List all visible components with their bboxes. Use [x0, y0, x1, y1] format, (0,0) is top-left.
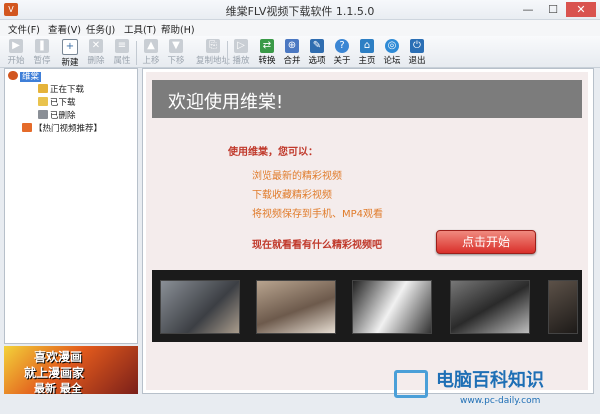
home-toolbar-button[interactable]: ⌂ 主页 — [355, 38, 379, 68]
feature-item: 将视频保存到手机、MP4观看 — [252, 209, 384, 220]
folder-icon — [38, 97, 48, 106]
properties-icon: ≡ — [115, 39, 129, 53]
maximize-button[interactable]: ☐ — [541, 2, 565, 17]
exit-toolbar-button[interactable]: ⏻ 退出 — [405, 38, 429, 68]
video-thumbnail[interactable] — [548, 280, 578, 334]
convert-toolbar-button[interactable]: ⇄ 转换 — [255, 38, 279, 68]
pause-toolbar-button[interactable]: ❚ 暂停 — [30, 38, 54, 68]
arrow-right-icon — [22, 123, 32, 132]
forum-toolbar-button[interactable]: ◎ 论坛 — [380, 38, 404, 68]
watermark-monitor-icon — [394, 370, 428, 398]
play-file-icon: ▷ — [234, 39, 248, 53]
tree-root[interactable]: 维棠 — [8, 70, 42, 82]
convert-icon: ⇄ — [260, 39, 274, 53]
welcome-title: 欢迎使用维棠! — [168, 92, 284, 113]
folder-download-icon — [38, 84, 48, 93]
trash-icon — [38, 110, 48, 119]
minimize-button[interactable]: — — [516, 2, 540, 17]
options-icon: ✎ — [310, 39, 324, 53]
new-file-icon: + — [62, 39, 78, 55]
toolbar-separator — [227, 41, 228, 65]
about-toolbar-button[interactable]: ? 关于 — [330, 38, 354, 68]
arrow-down-icon: ▼ — [169, 39, 183, 53]
move-down-toolbar-button[interactable]: ▼ 下移 — [164, 38, 188, 68]
toolbar-separator — [136, 41, 137, 65]
tree-item-downloaded[interactable]: 已下载 — [38, 96, 76, 108]
help-icon: ? — [335, 39, 349, 53]
properties-toolbar-button[interactable]: ≡ 属性 — [110, 38, 134, 68]
menu-file[interactable]: 文件(F) — [8, 22, 40, 36]
app-icon: V — [4, 3, 18, 16]
merge-toolbar-button[interactable]: ⊕ 合并 — [280, 38, 304, 68]
comic-ad-banner[interactable]: 喜欢漫画 就上漫画家 最新 最全 — [4, 346, 138, 394]
options-toolbar-button[interactable]: ✎ 选项 — [305, 38, 329, 68]
menu-task[interactable]: 任务(J) — [86, 22, 115, 36]
video-thumbnail[interactable] — [450, 280, 530, 334]
new-toolbar-button[interactable]: + 新建 — [58, 38, 82, 68]
close-button[interactable]: ✕ — [566, 2, 596, 17]
menu-help[interactable]: 帮助(H) — [161, 22, 195, 36]
call-to-action-text: 现在就看看有什么精彩视频吧 — [252, 240, 382, 251]
watermark-url: www.pc-daily.com — [460, 396, 541, 406]
tree-item-downloading[interactable]: 正在下载 — [38, 83, 84, 95]
forum-icon: ◎ — [385, 39, 399, 53]
merge-icon: ⊕ — [285, 39, 299, 53]
tree-item-recommend[interactable]: 【热门视频推荐】 — [22, 122, 102, 134]
start-browsing-button[interactable]: 点击开始 — [436, 230, 536, 254]
window-title: 维棠FLV视频下载软件 1.1.5.0 — [225, 5, 375, 18]
menu-view[interactable]: 查看(V) — [48, 22, 81, 36]
move-up-toolbar-button[interactable]: ▲ 上移 — [139, 38, 163, 68]
feature-item: 下载收藏精彩视频 — [252, 190, 332, 201]
feature-item: 浏览最新的精彩视频 — [252, 171, 342, 182]
delete-toolbar-button[interactable]: ✕ 删除 — [84, 38, 108, 68]
video-thumbnail[interactable] — [160, 280, 240, 334]
tree-item-deleted[interactable]: 已删除 — [38, 109, 76, 121]
watermark-text: 电脑百科知识 — [436, 370, 544, 391]
copy-icon: ⎘ — [206, 39, 220, 53]
home-icon: ⌂ — [360, 39, 374, 53]
arrow-up-icon: ▲ — [144, 39, 158, 53]
play-toolbar-button[interactable]: ▷ 播放 — [229, 38, 253, 68]
play-icon: ▶ — [9, 39, 23, 53]
exit-icon: ⏻ — [410, 39, 424, 53]
app-logo-icon — [8, 71, 18, 80]
delete-icon: ✕ — [89, 39, 103, 53]
video-thumbnail[interactable] — [352, 280, 432, 334]
pause-icon: ❚ — [35, 39, 49, 53]
video-thumbnail[interactable] — [256, 280, 336, 334]
menu-tools[interactable]: 工具(T) — [124, 22, 156, 36]
intro-text: 使用维棠，您可以： — [228, 147, 318, 158]
start-toolbar-button[interactable]: ▶ 开始 — [4, 38, 28, 68]
